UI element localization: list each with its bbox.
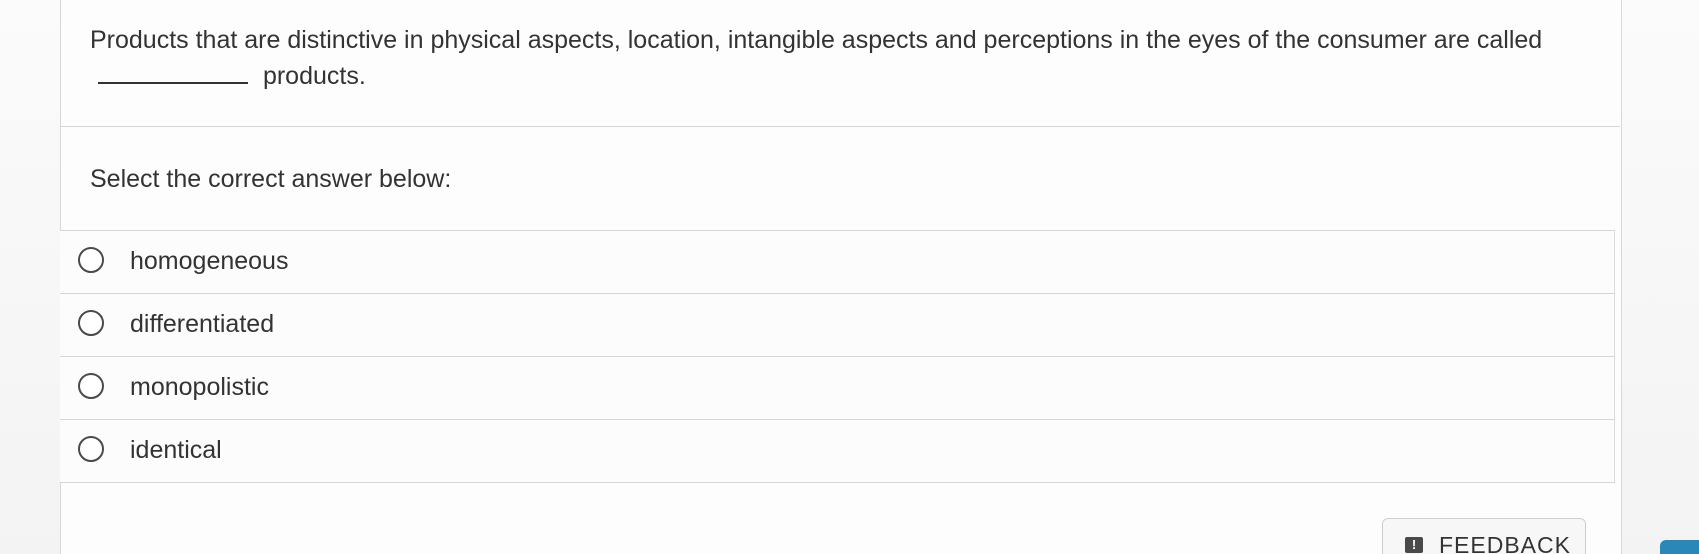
feedback-label: FEEDBACK: [1439, 531, 1571, 554]
radio-button[interactable]: [78, 436, 104, 462]
question-divider: [60, 126, 1620, 127]
feedback-button[interactable]: ! FEEDBACK: [1382, 518, 1586, 554]
option-identical[interactable]: identical: [60, 419, 1615, 483]
option-differentiated[interactable]: differentiated: [60, 293, 1615, 356]
side-tab[interactable]: [1660, 540, 1699, 554]
option-homogeneous[interactable]: homogeneous: [60, 230, 1615, 293]
option-label: monopolistic: [130, 373, 269, 401]
option-label: differentiated: [130, 310, 275, 338]
exclamation-icon: !: [1405, 537, 1423, 553]
answer-blank: [98, 58, 248, 84]
option-monopolistic[interactable]: monopolistic: [60, 356, 1615, 419]
radio-button[interactable]: [78, 310, 104, 336]
question-text-after: products.: [262, 62, 366, 90]
instruction-text: Select the correct answer below:: [90, 165, 452, 193]
question-text: Products that are distinctive in physica…: [90, 22, 1590, 94]
radio-button[interactable]: [78, 247, 104, 273]
page: Products that are distinctive in physica…: [0, 0, 1699, 554]
answer-options: homogeneous differentiated monopolistic …: [60, 230, 1615, 483]
radio-button[interactable]: [78, 373, 104, 399]
option-label: homogeneous: [130, 247, 289, 275]
option-label: identical: [130, 436, 222, 464]
question-text-before: Products that are distinctive in physica…: [90, 26, 1543, 54]
